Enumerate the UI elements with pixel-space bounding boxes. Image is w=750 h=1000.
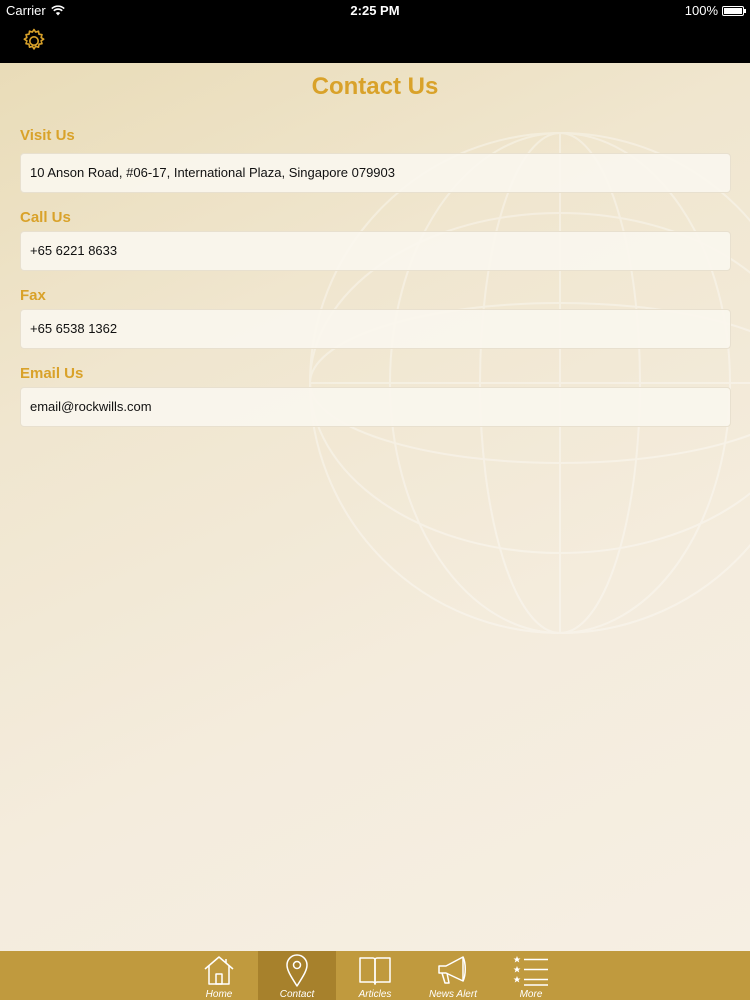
battery-icon <box>722 5 746 16</box>
nav-bar <box>0 20 750 63</box>
email-us-label: Email Us <box>20 365 84 382</box>
contact-content: Contact Us Visit Us 10 Anson Road, #06-1… <box>0 63 750 951</box>
status-right: 100% <box>684 3 746 18</box>
email-field[interactable]: email@rockwills.com <box>20 387 731 427</box>
status-bar: Carrier 2:25 PM 100% <box>0 0 750 20</box>
gear-icon[interactable] <box>20 27 48 55</box>
battery-percent: 100% <box>684 3 718 18</box>
fax-field[interactable]: +65 6538 1362 <box>20 309 731 349</box>
tab-bar: Home Contact Articles News Alert More <box>0 951 750 1000</box>
page-title: Contact Us <box>311 73 439 100</box>
tab-home[interactable]: Home <box>180 951 258 1000</box>
location-pin-icon <box>286 954 308 987</box>
tab-more-label: More <box>519 989 543 1000</box>
tab-more[interactable]: More <box>492 951 570 1000</box>
tab-contact-label: Contact <box>279 989 315 1000</box>
tab-articles[interactable]: Articles <box>336 951 414 1000</box>
tab-news-alert-label: News Alert <box>429 989 477 1000</box>
star-list-icon <box>513 956 548 986</box>
call-us-label: Call Us <box>20 209 71 226</box>
fax-label: Fax <box>20 287 46 304</box>
status-time: 2:25 PM <box>350 3 400 18</box>
open-book-icon <box>359 957 391 985</box>
address-field[interactable]: 10 Anson Road, #06-17, International Pla… <box>20 153 731 193</box>
megaphone-icon <box>438 956 466 984</box>
phone-field[interactable]: +65 6221 8633 <box>20 231 731 271</box>
tab-contact[interactable]: Contact <box>258 951 336 1000</box>
tab-articles-label: Articles <box>358 989 392 1000</box>
tab-home-label: Home <box>205 989 233 1000</box>
house-icon <box>204 956 234 985</box>
tab-news-alert[interactable]: News Alert <box>414 951 492 1000</box>
visit-us-label: Visit Us <box>20 127 75 144</box>
